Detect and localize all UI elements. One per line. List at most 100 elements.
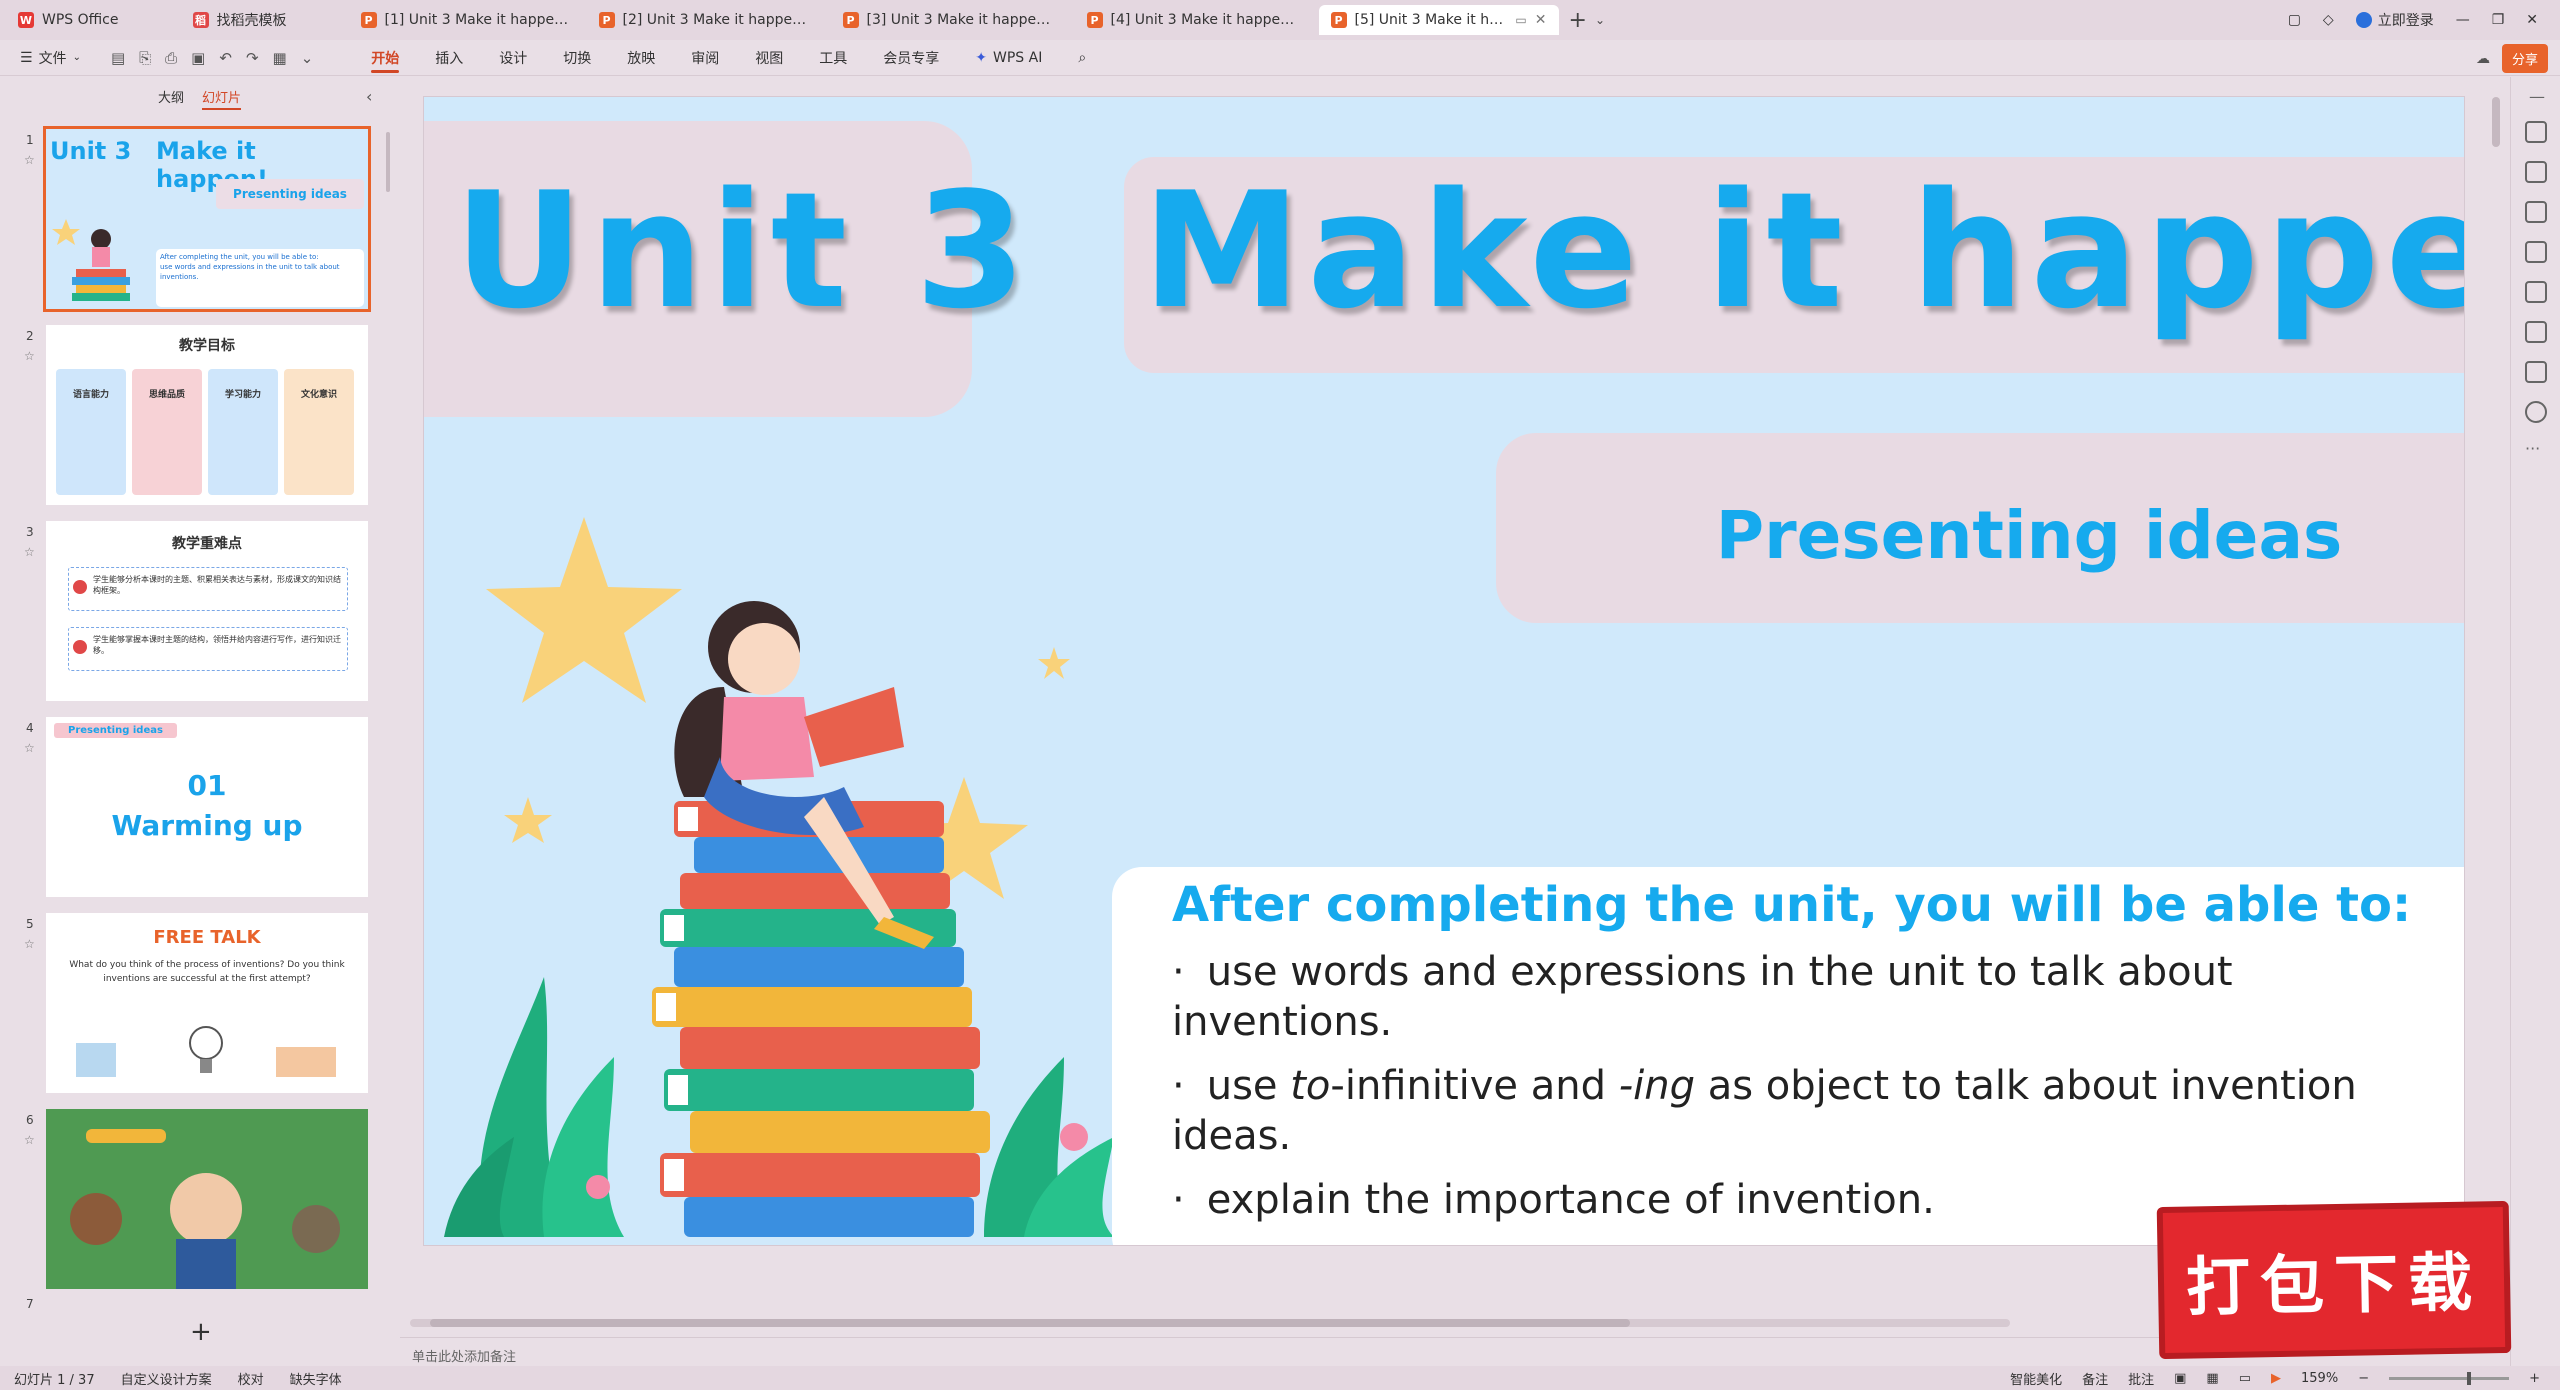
menu-slideshow[interactable]: 放映 — [609, 40, 673, 76]
star-icon[interactable]: ☆ — [24, 153, 35, 167]
slide-thumb-row-2: 2 ☆ 教学目标 语言能力 思维品质 学习能力 文化意识 — [0, 325, 392, 511]
adjust-icon[interactable] — [2525, 121, 2547, 143]
window-layout-icon[interactable]: ▢ — [2288, 12, 2301, 28]
close-window-icon[interactable]: ✕ — [2526, 12, 2538, 28]
minimize-icon[interactable]: — — [2456, 12, 2470, 28]
shape-icon[interactable] — [2525, 281, 2547, 303]
star-icon[interactable]: ☆ — [24, 545, 35, 559]
share-button[interactable]: 分享 — [2501, 44, 2548, 73]
tab-wps-office[interactable]: W WPS Office — [6, 5, 131, 35]
zoom-out-icon[interactable]: − — [2358, 1371, 2369, 1386]
vertical-scrollbar[interactable] — [2492, 97, 2500, 147]
reading-view-icon[interactable]: ▭ — [2239, 1371, 2251, 1386]
menu-design[interactable]: 设计 — [481, 40, 545, 76]
minus-icon[interactable]: — — [2529, 87, 2545, 106]
search-icon: ⌕ — [1078, 49, 1087, 66]
star-icon[interactable]: ☆ — [24, 349, 35, 363]
format-icon[interactable] — [2525, 321, 2547, 343]
star-icon[interactable]: ☆ — [24, 937, 35, 951]
objective-text: explain the importance of invention. — [1206, 1177, 1935, 1223]
undo-icon[interactable]: ↶ — [219, 49, 232, 67]
menu-transition[interactable]: 切换 — [545, 40, 609, 76]
sorter-view-icon[interactable]: ▦ — [2206, 1371, 2218, 1386]
restore-icon[interactable]: ❐ — [2492, 12, 2505, 28]
thumb-section-number: 01 — [187, 769, 227, 802]
status-left: 幻灯片 1 / 37 自定义设计方案 校对 缺失字体 — [14, 1369, 342, 1388]
menu-bar: ☰ 文件 ⌄ ▤ ⎘ ⎙ ▣ ↶ ↷ ▦ ⌄ 开始 插入 设计 切换 放映 审阅… — [0, 40, 2560, 76]
more-icon[interactable]: ··· — [2525, 439, 2540, 458]
help-icon[interactable] — [2525, 401, 2547, 423]
print-icon[interactable]: ⎙ — [165, 49, 177, 67]
login-button[interactable]: 立即登录 — [2355, 10, 2434, 30]
print-preview-icon[interactable]: ▣ — [191, 49, 205, 67]
design-scheme-button[interactable]: 自定义设计方案 — [121, 1369, 212, 1388]
slide-thumbnail-3[interactable]: 教学重难点 学生能够分析本课时的主题、积累相关表达与素材，形成课文的知识结构框架… — [46, 521, 368, 701]
menu-view[interactable]: 视图 — [737, 40, 801, 76]
star-icon[interactable] — [2525, 161, 2547, 183]
share-link-icon[interactable]: ⎘ — [139, 49, 151, 67]
format-painter-icon[interactable]: ▦ — [273, 49, 287, 67]
tab-doc-3[interactable]: P [3] Unit 3 Make it happen! Unde — [831, 5, 1069, 35]
slide-thumbnail-4[interactable]: Presenting ideas 01 Warming up — [46, 717, 368, 897]
notes-button[interactable]: 备注 — [2082, 1369, 2108, 1388]
scroll-thumb[interactable] — [430, 1319, 1630, 1327]
thumb-item: 学生能够分析本课时的主题、积累相关表达与素材，形成课文的知识结构框架。 — [68, 567, 348, 611]
file-menu[interactable]: ☰ 文件 ⌄ — [20, 48, 81, 68]
cube-icon[interactable]: ◇ — [2323, 12, 2334, 28]
tab-outline[interactable]: 大纲 — [158, 87, 184, 110]
zoom-in-icon[interactable]: + — [2529, 1371, 2540, 1386]
horizontal-scrollbar[interactable] — [410, 1319, 2010, 1327]
chevron-down-icon[interactable]: ⌄ — [301, 49, 314, 67]
menu-home[interactable]: 开始 — [353, 40, 417, 76]
redo-icon[interactable]: ↷ — [246, 49, 259, 67]
tab-doc-1[interactable]: P [1] Unit 3 Make it happen! Devel — [349, 5, 581, 35]
menu-review[interactable]: 审阅 — [673, 40, 737, 76]
slide-number: 6 — [26, 1113, 34, 1127]
menu-insert[interactable]: 插入 — [417, 40, 481, 76]
download-watermark: 打包下载 — [2156, 1200, 2512, 1360]
star-icon[interactable]: ☆ — [24, 1133, 35, 1147]
normal-view-icon[interactable]: ▣ — [2174, 1371, 2186, 1386]
tab-doc-2[interactable]: P [2] Unit 3 Make it happen! Devel — [587, 5, 825, 35]
new-tab-icon[interactable]: + — [1569, 8, 1587, 33]
zoom-knob[interactable] — [2467, 1371, 2472, 1385]
tab-doc-4[interactable]: P [4] Unit 3 Make it happen! Unde — [1075, 5, 1313, 35]
add-slide-button[interactable]: + — [190, 1317, 212, 1347]
zoom-level[interactable]: 159% — [2301, 1371, 2338, 1386]
chevron-down-icon[interactable]: ⌄ — [1595, 13, 1605, 27]
menu-tools[interactable]: 工具 — [801, 40, 865, 76]
tab-slides[interactable]: 幻灯片 — [202, 87, 242, 110]
slide-thumbnail-2[interactable]: 教学目标 语言能力 思维品质 学习能力 文化意识 — [46, 325, 368, 505]
slide-thumbnail-5[interactable]: FREE TALK What do you think of the proce… — [46, 913, 368, 1093]
play-icon[interactable]: ▶ — [2271, 1371, 2281, 1386]
comments-button[interactable]: 批注 — [2128, 1369, 2154, 1388]
tab-label: WPS Office — [42, 12, 119, 28]
save-icon[interactable]: ▤ — [111, 49, 125, 67]
tab-docer[interactable]: 稻 找稻壳模板 — [181, 5, 299, 35]
menu-label: 审阅 — [691, 50, 720, 67]
proofread-button[interactable]: 校对 — [238, 1369, 264, 1388]
current-slide[interactable]: Unit 3 Make it happen! Presenting ideas — [424, 97, 2464, 1245]
login-label: 立即登录 — [2377, 13, 2434, 29]
close-icon[interactable]: ✕ — [1535, 12, 1547, 28]
zoom-slider[interactable] — [2389, 1371, 2510, 1385]
cloud-sync-icon[interactable]: ☁ — [2476, 51, 2490, 67]
panel-tabs: 大纲 幻灯片 — [158, 87, 242, 110]
slide-thumbnail-1[interactable]: Unit 3 Make it happen! Presenting ideas … — [43, 126, 371, 312]
menu-wps-ai[interactable]: ✦ WPS AI — [957, 40, 1060, 76]
slide-thumbnail-6[interactable] — [46, 1109, 368, 1289]
tab-doc-5[interactable]: P [5] Unit 3 Make it happen ▭ ✕ — [1318, 5, 1559, 35]
objectives-card[interactable]: After completing the unit, you will be a… — [1112, 867, 2464, 1245]
presentation-icon: P — [1086, 12, 1103, 28]
menu-member[interactable]: 会员专享 — [865, 40, 957, 76]
missing-fonts-button[interactable]: 缺失字体 — [290, 1369, 342, 1388]
collapse-panel-icon[interactable]: ‹ — [366, 87, 372, 106]
thumb-item: 学生能够掌握本课时主题的结构，领悟并给内容进行写作，进行知识迁移。 — [68, 627, 348, 671]
search-button[interactable]: ⌕ — [1060, 40, 1104, 76]
book-icon[interactable] — [2525, 361, 2547, 383]
bullet: · — [1172, 1177, 1185, 1223]
tools-icon[interactable] — [2525, 241, 2547, 263]
smart-beautify-button[interactable]: 智能美化 — [2010, 1369, 2062, 1388]
copy-icon[interactable] — [2525, 201, 2547, 223]
star-icon[interactable]: ☆ — [24, 741, 35, 755]
